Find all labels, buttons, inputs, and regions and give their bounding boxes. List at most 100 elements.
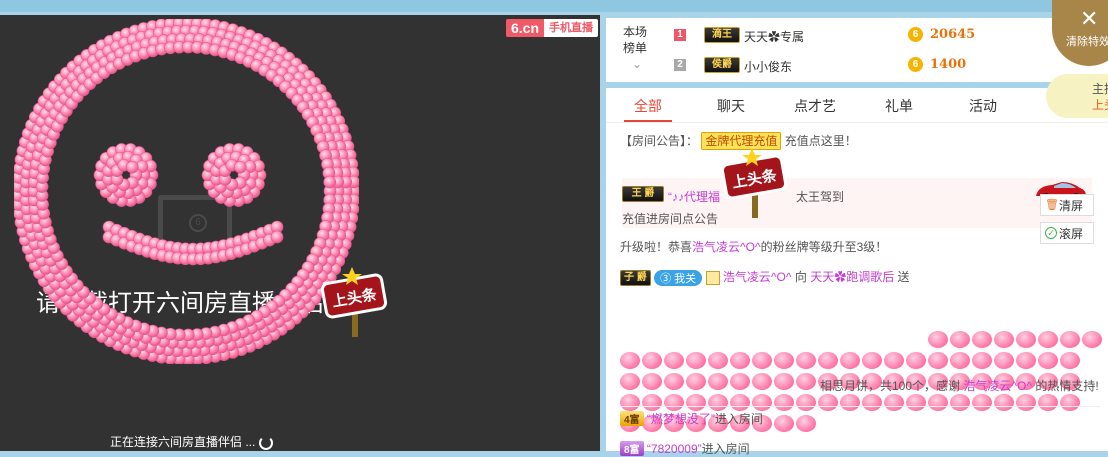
mooncake-gift-icon [642, 394, 662, 412]
headline-line2: 上头 [1092, 98, 1108, 112]
mooncake-gift-icon [1016, 331, 1036, 349]
mooncake-gift-icon [774, 415, 794, 433]
ranking-board: 本场榜单 ⌄ 1 滴王 天天✿专属 6 20645 2 侯爵 小小俊东 6 14… [606, 18, 1108, 82]
mooncake-gift-icon [708, 373, 728, 391]
coin-icon: 6 [908, 27, 923, 42]
ranking-label: 本场榜单 [622, 25, 647, 55]
connecting-status: 正在连接六间房直播伴侣 ... [110, 433, 273, 450]
gift-receiver-name[interactable]: 天天✿跑调歌后 [810, 270, 894, 284]
levelup-user-name[interactable]: 浩气凌云^O^ [692, 240, 761, 254]
mooncake-gift-icon [620, 373, 640, 391]
level-badge: 王 爵 [622, 186, 664, 202]
mooncake-gift-icon [972, 331, 992, 349]
gift-dot [233, 160, 247, 174]
mooncake-gift-icon [730, 373, 750, 391]
mooncake-gift-icon [928, 352, 948, 370]
trash-icon: 🗑 [1045, 199, 1059, 211]
mooncake-gift-icon [840, 352, 860, 370]
rank-user-name[interactable]: 小小俊东 [744, 58, 792, 75]
gift-dot [323, 175, 337, 189]
mooncake-gift-icon [928, 331, 948, 349]
rank-score: 20645 [930, 27, 976, 42]
mooncake-gift-icon [818, 352, 838, 370]
mooncake-gift-icon [862, 394, 882, 412]
enter-message: 4富 “燃梦想没了”进入房间 [620, 410, 763, 427]
vip-user-name[interactable]: “♪♪代理福 [668, 188, 720, 205]
gift-sender-name[interactable]: 浩气凌云^O^ [723, 270, 792, 284]
rank-score: 1400 [930, 57, 967, 72]
gift-send-text: 送 [897, 270, 910, 284]
mooncake-gift-icon [686, 373, 706, 391]
rank-number: 1 [674, 29, 686, 41]
mooncake-gift-icon [620, 352, 640, 370]
chat-panel: 全部 聊天 点才艺 礼单 活动 【房间公告】： 金牌代理充值 充值点这里！ 王 … [606, 88, 1108, 456]
room-announcement: 【房间公告】： 金牌代理充值 充值点这里！ [620, 132, 857, 150]
mooncake-gift-icon [642, 373, 662, 391]
scroll-screen-label: 滚屏 [1059, 227, 1084, 241]
mooncake-gift-icon [1060, 331, 1080, 349]
level-badge: 侯爵 [704, 57, 740, 73]
mooncake-gift-icon [928, 394, 948, 412]
gift-smiley-effect [14, 19, 359, 364]
active-tab-indicator [624, 120, 672, 122]
brand-logo: 6.cn 手机直播 [505, 19, 598, 37]
mooncake-gift-icon [950, 394, 970, 412]
brand-sub: 手机直播 [544, 19, 598, 37]
mooncake-gift-icon [1016, 352, 1036, 370]
mooncake-gift-icon [1060, 352, 1080, 370]
mooncake-gift-icon [774, 373, 794, 391]
tab-talent[interactable]: 点才艺 [794, 96, 836, 116]
chat-tabs: 全部 聊天 点才艺 礼单 活动 [606, 88, 1108, 123]
levelup-prefix: 升级啦！恭喜 [620, 240, 693, 254]
level-badge: 子 爵 [620, 269, 651, 286]
announce-suffix[interactable]: 充值点这里！ [785, 134, 857, 148]
mooncake-gift-icon [950, 352, 970, 370]
clear-screen-button[interactable]: 🗑 清屏 [1040, 194, 1094, 216]
mooncake-gift-icon [774, 394, 794, 412]
tab-chat[interactable]: 聊天 [717, 96, 745, 116]
mooncake-gift-icon [994, 394, 1014, 412]
mooncake-gift-icon [972, 394, 992, 412]
enter-user-name[interactable]: “7820009” [647, 442, 702, 456]
wealth-badge: 8富 [620, 441, 644, 456]
levelup-suffix: 的粉丝牌等级升至3级！ [760, 240, 888, 254]
video-player[interactable]: 6.cn 手机直播 6 请下载打开六间房直播伴侣 上头条 正在连接六间房直播伴侣… [0, 15, 600, 451]
tab-activity[interactable]: 活动 [969, 96, 997, 116]
headline-tab[interactable]: 主播 上头 [1046, 74, 1108, 118]
mooncake-gift-icon [774, 352, 794, 370]
connecting-text: 正在连接六间房直播伴侣 ... [110, 435, 256, 449]
mooncake-gift-icon [906, 394, 926, 412]
levelup-message: 升级啦！恭喜浩气凌云^O^的粉丝牌等级升至3级！ [620, 238, 887, 255]
gift-summary-user[interactable]: 浩气凌云^O^ [963, 379, 1032, 393]
enter-user-name[interactable]: “燃梦想没了” [647, 412, 715, 426]
mooncake-gift-icon [950, 331, 970, 349]
mooncake-gift-icon [620, 394, 640, 412]
check-circle-icon: ✓ [1045, 227, 1057, 239]
vip-subtext: 充值进房间点公告 [622, 212, 719, 226]
gift-to-text: 向 [794, 270, 807, 284]
mooncake-gift-icon [1038, 352, 1058, 370]
mooncake-gift-icon [840, 394, 860, 412]
mooncake-gift-icon [1016, 394, 1036, 412]
mooncake-gift-icon [818, 394, 838, 412]
tab-all[interactable]: 全部 [634, 96, 662, 116]
headline-sign-icon[interactable]: 上头条 [320, 267, 390, 344]
gift-row [620, 331, 1102, 352]
ranking-row[interactable]: 2 侯爵 小小俊东 6 1400 [672, 56, 1102, 76]
fan-badge: ③ 我关 [654, 269, 703, 286]
ranking-row[interactable]: 1 滴王 天天✿专属 6 20645 [672, 26, 1102, 46]
mooncake-gift-icon [730, 394, 750, 412]
right-panel: 本场榜单 ⌄ 1 滴王 天天✿专属 6 20645 2 侯爵 小小俊东 6 14… [606, 18, 1108, 456]
rank-user-name[interactable]: 天天✿专属 [744, 28, 804, 45]
enter-message: 8富 “7820009”进入房间 [620, 440, 750, 457]
chevron-down-icon[interactable]: ⌄ [632, 57, 642, 71]
scroll-screen-button[interactable]: ✓ 滚屏 [1040, 222, 1094, 244]
mooncake-gift-icon [708, 352, 728, 370]
mooncake-gift-icon [884, 394, 904, 412]
tab-gift-list[interactable]: 礼单 [885, 96, 913, 116]
headline-sign-icon[interactable]: 上头条 [720, 148, 790, 225]
clear-effect-label: 清除特效 [1066, 36, 1108, 48]
brand-main: 6.cn [505, 19, 544, 37]
mooncake-gift-icon [730, 352, 750, 370]
top-bar [0, 0, 1108, 12]
